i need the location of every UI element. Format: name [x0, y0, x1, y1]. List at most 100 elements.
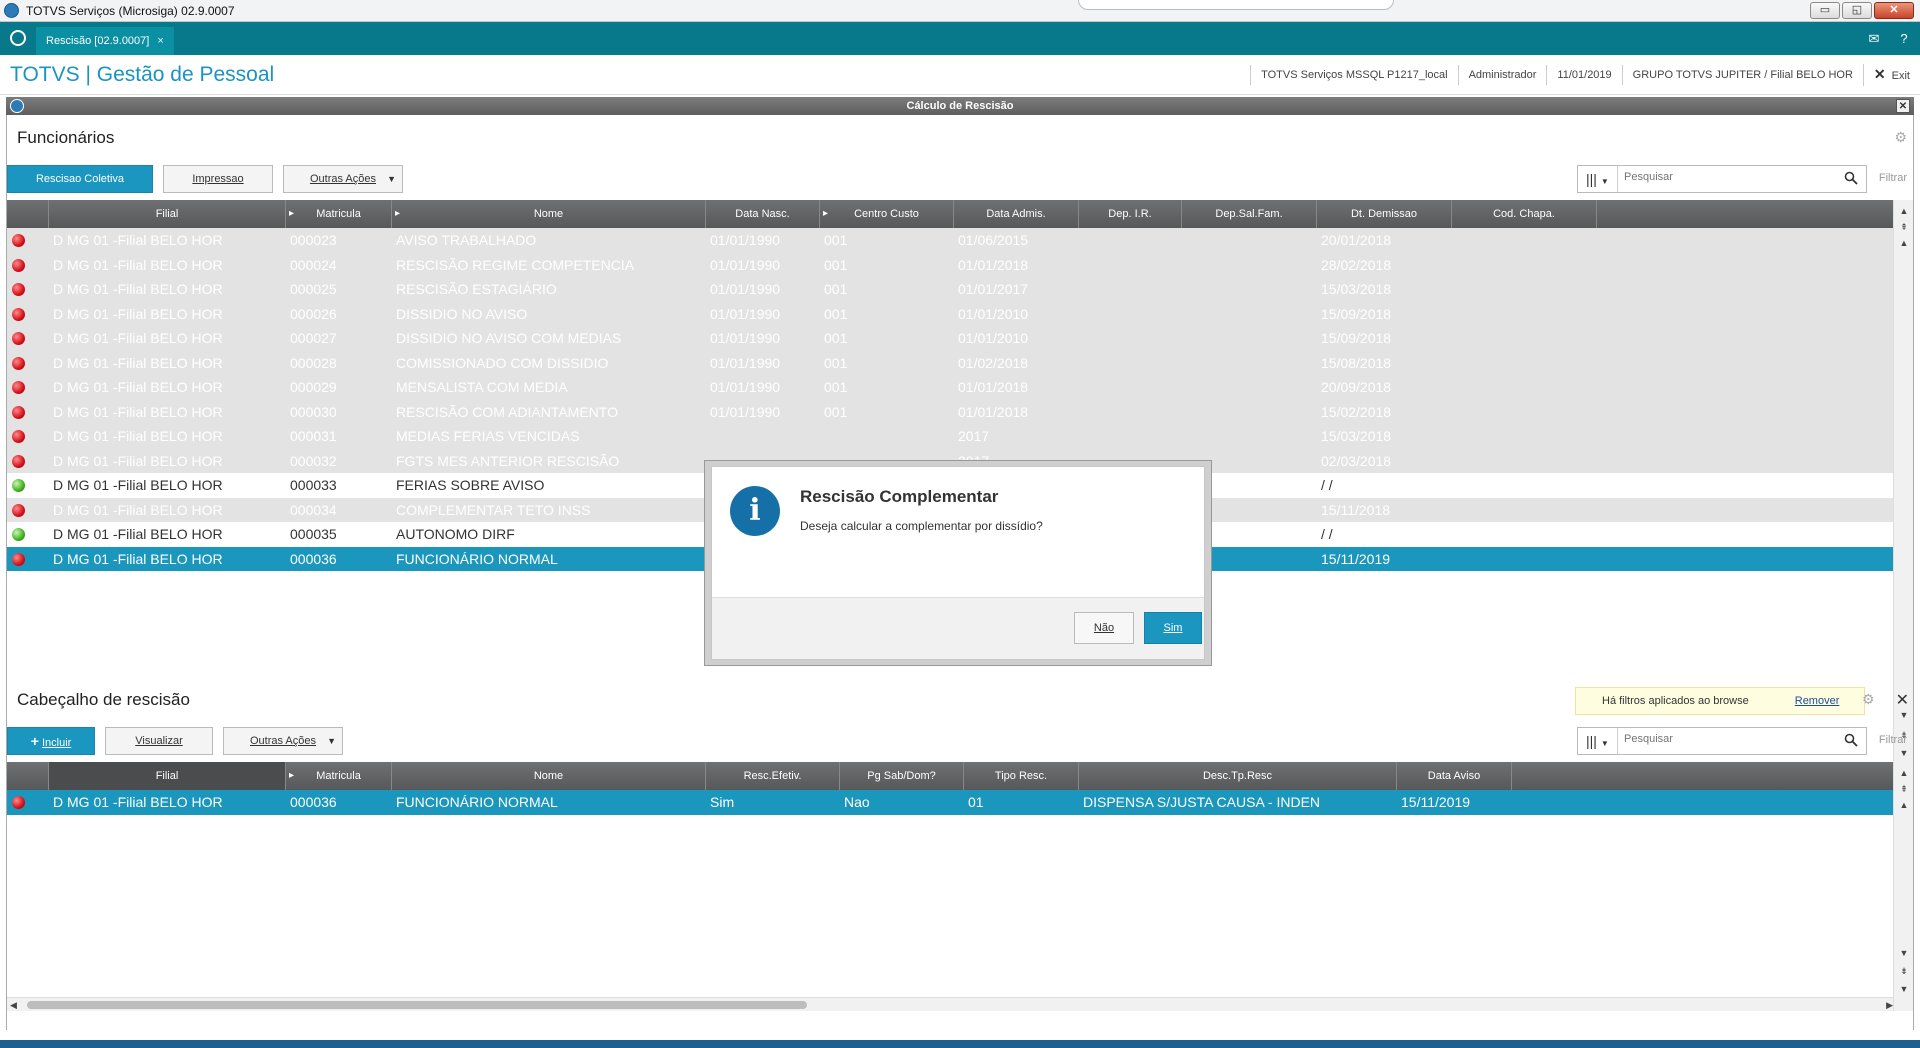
scroll-up-icon[interactable]: ▲: [1894, 238, 1914, 248]
home-icon[interactable]: [10, 30, 26, 46]
columns-picker[interactable]: ||| ▼: [1578, 728, 1618, 754]
search-icon[interactable]: [1844, 733, 1858, 747]
close-window-button[interactable]: ✕: [1874, 2, 1914, 19]
incluir-button[interactable]: + Incluir: [7, 727, 95, 755]
window-grip[interactable]: [1078, 0, 1394, 10]
column-header[interactable]: Nome: [392, 762, 706, 790]
column-header[interactable]: Matricula: [286, 762, 392, 790]
cell-_chapa: [1452, 326, 1597, 351]
scroll-down-icon[interactable]: ▼: [1894, 710, 1914, 720]
scroll-top-icon[interactable]: ▲: [1894, 768, 1914, 778]
cell-_ir: [1079, 351, 1182, 376]
table-row[interactable]: D MG 01 -Filial BELO HOR 000023 AVISO TRAB…: [7, 228, 1897, 253]
column-header[interactable]: Dep. I.R.: [1079, 200, 1182, 228]
scroll-up-icon[interactable]: ▲: [1894, 800, 1914, 810]
search-input[interactable]: [1624, 733, 1824, 745]
column-header[interactable]: [7, 762, 49, 790]
column-header[interactable]: Resc.Efetiv.: [706, 762, 840, 790]
table-row[interactable]: D MG 01 -Filial BELO HOR 000028 COMISSIONA…: [7, 350, 1897, 376]
sim-button[interactable]: Sim: [1144, 612, 1202, 644]
status-red-icon: [12, 356, 25, 370]
column-header[interactable]: Data Admis.: [954, 200, 1079, 228]
filter-notice: Há filtros aplicados ao browse Remover: [1575, 687, 1865, 715]
columns-picker[interactable]: ||| ▼: [1578, 166, 1618, 192]
section-title-cabecalho: Cabeçalho de rescisão: [17, 690, 190, 709]
cell-filial: D MG 01 -Filial BELO HOR: [53, 256, 223, 273]
outras-acoes-label: Outras Ações: [249, 735, 317, 747]
scroll-pagedown-icon[interactable]: ⇟: [1894, 966, 1914, 977]
table-row[interactable]: D MG 01 -Filial BELO HOR 000024 RESCISÃO R…: [7, 252, 1897, 278]
cell-nasc: 01/01/1990: [710, 256, 781, 273]
cell-_x: [1512, 790, 1797, 815]
help-icon[interactable]: ?: [1896, 31, 1912, 47]
table-row[interactable]: D MG 01 -Filial BELO HOR 000030 RESCISÃO C…: [7, 399, 1897, 424]
dialog-close-button[interactable]: ✕: [1896, 99, 1910, 113]
cell-_sf: [1182, 326, 1317, 351]
scroll-pageup-icon[interactable]: ⇞: [1894, 784, 1914, 795]
minimize-button[interactable]: ▭: [1810, 2, 1840, 19]
table-row[interactable]: D MG 01 -Filial BELO HOR 000031 MEDIAS FER…: [7, 424, 1897, 449]
cell-demissao: 15/03/2018: [1321, 281, 1392, 297]
scroll-right-icon[interactable]: ▶: [1886, 998, 1893, 1011]
column-header[interactable]: Pg Sab/Dom?: [840, 762, 964, 790]
app-header: TOTVS | Gestão de Pessoal TOTVS Serviços…: [0, 55, 1920, 95]
column-header[interactable]: Filial: [49, 762, 286, 790]
table-row[interactable]: D MG 01 -Filial BELO HOR 000025 RESCISÃO E…: [7, 277, 1897, 302]
vertical-scrollbar[interactable]: ▲ ⇞ ▲ ▼ ⇟ ▼: [1893, 762, 1913, 1011]
close-icon[interactable]: ✕: [1896, 690, 1909, 710]
search-icon[interactable]: [1844, 171, 1858, 185]
cell-_chapa: [1452, 424, 1597, 449]
remove-filter-link[interactable]: Remover: [1795, 695, 1840, 707]
table-row[interactable]: D MG 01 -Filial BELO HOR 000036 FUNCIONÁRI…: [7, 790, 1897, 815]
nao-button[interactable]: Não: [1074, 612, 1134, 644]
scroll-bottom-icon[interactable]: ▼: [1894, 984, 1914, 994]
cell-_ir: [1079, 253, 1182, 278]
maximize-button[interactable]: ◱: [1842, 2, 1872, 19]
cell-nome: FGTS MES ANTERIOR RESCISÃO: [396, 452, 620, 469]
column-header[interactable]: Matricula: [286, 200, 392, 228]
visualizar-button[interactable]: Visualizar: [105, 727, 213, 755]
column-header[interactable]: Centro Custo: [820, 200, 954, 228]
search-input[interactable]: [1624, 171, 1824, 183]
cell-filial: D MG 01 -Filial BELO HOR: [53, 428, 223, 444]
table-row[interactable]: D MG 01 -Filial BELO HOR 000026 DISSIDIO N…: [7, 301, 1897, 326]
cell-admis: 01/06/2015: [958, 232, 1029, 248]
cell-_sf: [1182, 375, 1317, 400]
exit-button[interactable]: ✕ Exit: [1862, 64, 1920, 86]
tab-rescisao[interactable]: Rescisão [02.9.0007] ×: [36, 27, 174, 55]
scroll-down-icon[interactable]: ▼: [1894, 948, 1914, 958]
column-header[interactable]: Data Nasc.: [706, 200, 820, 228]
table-row[interactable]: D MG 01 -Filial BELO HOR 000027 DISSIDIO N…: [7, 326, 1897, 351]
column-header[interactable]: Cod. Chapa.: [1452, 200, 1597, 228]
column-header[interactable]: Dt. Demissao: [1317, 200, 1452, 228]
column-header[interactable]: Nome: [392, 200, 706, 228]
scroll-bottom-icon[interactable]: ▼: [1894, 748, 1914, 758]
plus-icon: +: [30, 733, 39, 749]
column-header[interactable]: Tipo Resc.: [964, 762, 1079, 790]
scroll-top-icon[interactable]: ▲: [1894, 206, 1914, 216]
column-header[interactable]: Desc.Tp.Resc: [1079, 762, 1397, 790]
outras-acoes-button-2[interactable]: Outras Ações ▼: [223, 727, 343, 755]
table-row[interactable]: D MG 01 -Filial BELO HOR 000029 MENSALISTA…: [7, 375, 1897, 400]
status-cell: [7, 522, 49, 547]
column-header[interactable]: [7, 200, 49, 228]
gear-icon[interactable]: ⚙: [1894, 129, 1907, 146]
impressao-button[interactable]: Impressao: [163, 165, 273, 193]
horizontal-scrollbar[interactable]: ◀ ▶: [7, 997, 1897, 1011]
column-header[interactable]: Filial: [49, 200, 286, 228]
scroll-pageup-icon[interactable]: ⇞: [1894, 222, 1914, 233]
cell-nome: AVISO TRABALHADO: [396, 232, 537, 248]
scroll-left-icon[interactable]: ◀: [10, 998, 17, 1011]
filter-link[interactable]: Filtrar: [1879, 172, 1907, 184]
tab-close-icon[interactable]: ×: [157, 35, 163, 47]
filter-link[interactable]: Filtrar: [1879, 734, 1907, 746]
rescisao-coletiva-button[interactable]: Rescisao Coletiva: [7, 165, 153, 193]
cell-filial: D MG 01 -Filial BELO HOR: [53, 403, 223, 420]
outras-acoes-button[interactable]: Outras Ações ▼: [283, 165, 403, 193]
column-header[interactable]: Dep.Sal.Fam.: [1182, 200, 1317, 228]
cell-nasc: 01/01/1990: [710, 354, 781, 371]
column-header[interactable]: Data Aviso: [1397, 762, 1512, 790]
gear-icon[interactable]: ⚙: [1862, 691, 1875, 708]
scroll-thumb[interactable]: [27, 1001, 807, 1009]
mail-icon[interactable]: ✉: [1866, 31, 1882, 47]
